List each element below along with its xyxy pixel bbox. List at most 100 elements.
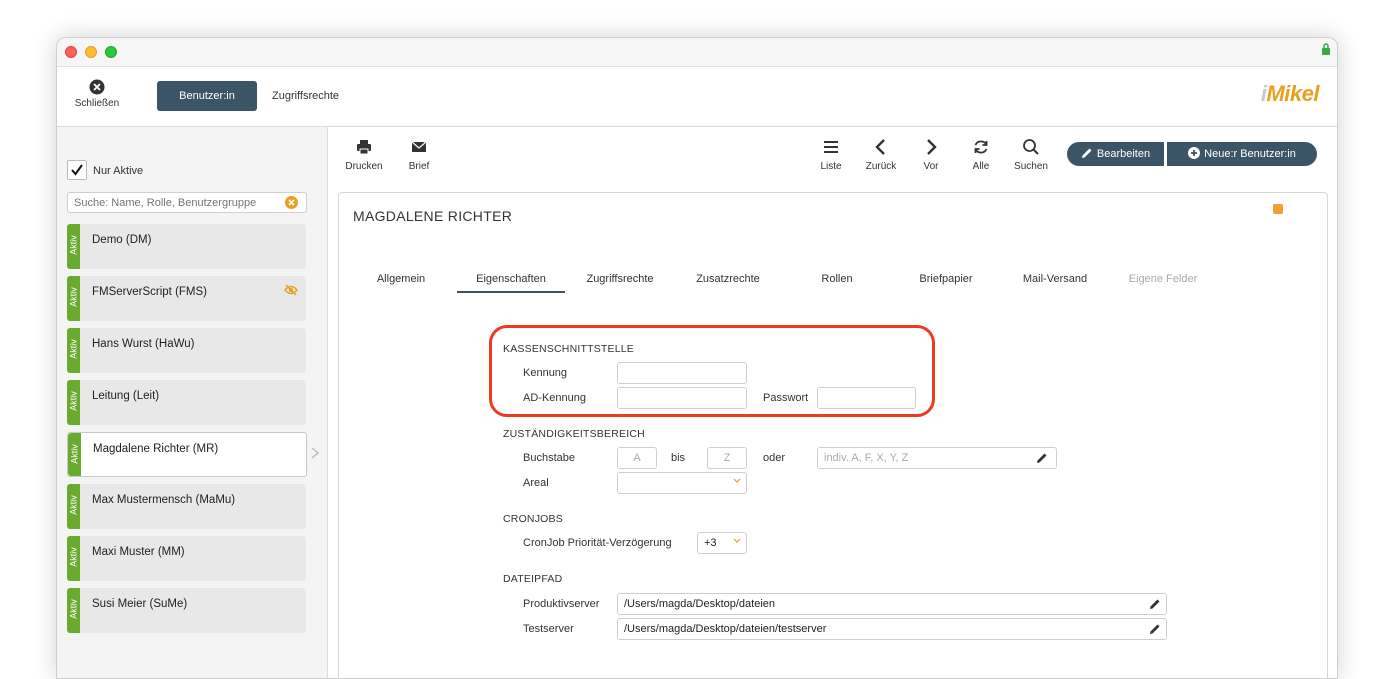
tab-custom-fields: Eigene Felder [1128,273,1198,285]
zoom-window-button[interactable] [105,46,117,58]
imikel-logo: iMikel [1260,81,1320,106]
section-cronjobs: CRONJOBS [503,513,563,525]
new-user-button[interactable]: Neue:r Benutzer:in [1167,142,1317,166]
back-label: Zurück [865,161,897,172]
edit-button[interactable]: Bearbeiten [1067,142,1164,166]
tab-general[interactable]: Allgemein [361,273,441,291]
user-name: Demo (DM) [92,234,152,246]
search-input[interactable] [67,192,307,213]
section-file-path: DATEIPFAD [503,573,563,585]
pencil-icon [1081,148,1092,158]
active-only-label: Nur Aktive [93,165,144,177]
search-icon [1023,139,1039,155]
user-name: FMServerScript (FMS) [92,286,207,298]
status-badge: Aktiv [68,433,81,476]
print-button[interactable]: Drucken [339,138,389,172]
tab-properties[interactable]: Eigenschaften [457,273,565,293]
note-icon[interactable] [1273,204,1283,214]
chevron-right-icon [927,139,937,155]
back-button[interactable]: Zurück [856,138,906,172]
list-item[interactable]: Aktiv Demo (DM) [67,224,306,269]
letter-button[interactable]: Brief [394,138,444,172]
refresh-icon [974,140,988,154]
list-item[interactable]: Aktiv FMServerScript (FMS) [67,276,306,321]
status-badge: Aktiv [67,380,80,425]
record-card: MAGDALENE RICHTER Allgemein Eigenschafte… [338,192,1328,678]
test-server-label: Testserver [523,623,574,635]
sidebar: Nur Aktive Aktiv Demo (DM) Aktiv FMServe… [57,127,328,678]
pencil-icon[interactable] [1149,598,1161,610]
status-badge: Aktiv [67,484,80,529]
list-icon [824,141,838,153]
letter-label: Buchstabe [523,452,575,464]
status-badge: Aktiv [67,224,80,269]
all-label: Alle [972,161,990,172]
chevron-right-icon [311,447,319,459]
top-navigation: Schließen Benutzer:in Zugriffsrechte iMi… [57,67,1337,127]
active-only-checkbox[interactable] [67,160,87,180]
envelope-icon [411,141,427,152]
status-badge: Aktiv [67,328,80,373]
production-server-label: Produktivserver [523,598,600,610]
tab-mail-sending[interactable]: Mail-Versand [1015,273,1095,291]
search-label: Suchen [1014,161,1048,172]
plus-circle-icon [1188,147,1201,159]
list-item[interactable]: Aktiv Susi Meier (SuMe) [67,588,306,633]
list-item[interactable]: Aktiv Max Mustermensch (MaMu) [67,484,306,529]
list-item[interactable]: Aktiv Hans Wurst (HaWu) [67,328,306,373]
letter-label: Brief [408,161,430,172]
print-label: Drucken [345,161,383,172]
cronjob-delay-label: CronJob Priorität-Verzögerung [523,537,672,549]
area-label: Areal [523,477,549,489]
user-name: Hans Wurst (HaWu) [92,338,195,350]
list-button[interactable]: Liste [806,138,856,172]
tab-letterhead[interactable]: Briefpapier [909,273,983,291]
clear-search-icon[interactable] [285,196,298,209]
chevron-left-icon [875,139,885,155]
tab-access-rights[interactable]: Zugriffsrechte [577,273,663,291]
user-name: Maxi Muster (MM) [92,546,185,558]
or-label: oder [763,452,786,464]
tab-access-rights[interactable]: Zugriffsrechte [272,81,339,111]
minimize-window-button[interactable] [85,46,97,58]
printer-icon [357,140,371,155]
to-label: bis [671,452,686,464]
individual-letters-field[interactable]: indiv. A, F, X, Y, Z [817,447,1057,469]
tab-additional-rights[interactable]: Zusatzrechte [685,273,771,291]
status-badge: Aktiv [67,276,80,321]
letter-from-field[interactable]: A [617,447,657,469]
tab-roles[interactable]: Rollen [807,273,867,291]
app-window: Schließen Benutzer:in Zugriffsrechte iMi… [56,37,1338,679]
pencil-icon[interactable] [1149,623,1161,635]
page-title: MAGDALENE RICHTER [353,208,513,224]
list-label: Liste [820,161,842,172]
tab-user[interactable]: Benutzer:in [157,81,257,111]
forward-label: Vor [923,161,939,172]
forward-button[interactable]: Vor [906,138,956,172]
search-button[interactable]: Suchen [1006,138,1056,172]
highlight-annotation [489,325,935,417]
letter-to-field[interactable]: Z [707,447,747,469]
user-name: Susi Meier (SuMe) [92,598,188,610]
status-badge: Aktiv [67,536,80,581]
close-circle-icon [89,79,105,95]
list-item[interactable]: Aktiv Maxi Muster (MM) [67,536,306,581]
lock-icon [1322,43,1330,55]
test-server-field[interactable]: /Users/magda/Desktop/dateien/testserver [617,618,1167,640]
chevron-down-icon [733,538,741,543]
close-label: Schließen [74,98,120,109]
pencil-icon[interactable] [1036,452,1048,464]
list-item-selected[interactable]: Aktiv Magdalene Richter (MR) [67,432,307,477]
chevron-down-icon [733,478,741,483]
user-name: Leitung (Leit) [92,390,160,402]
close-button[interactable]: Schließen [67,79,127,109]
user-name: Magdalene Richter (MR) [93,443,219,455]
section-responsibility: ZUSTÄNDIGKEITSBEREICH [503,428,645,440]
title-bar [57,38,1337,67]
close-window-button[interactable] [65,46,77,58]
all-button[interactable]: Alle [956,138,1006,172]
production-server-field[interactable]: /Users/magda/Desktop/dateien [617,593,1167,615]
area-select[interactable] [617,472,747,494]
eye-slash-icon [284,284,298,296]
list-item[interactable]: Aktiv Leitung (Leit) [67,380,306,425]
